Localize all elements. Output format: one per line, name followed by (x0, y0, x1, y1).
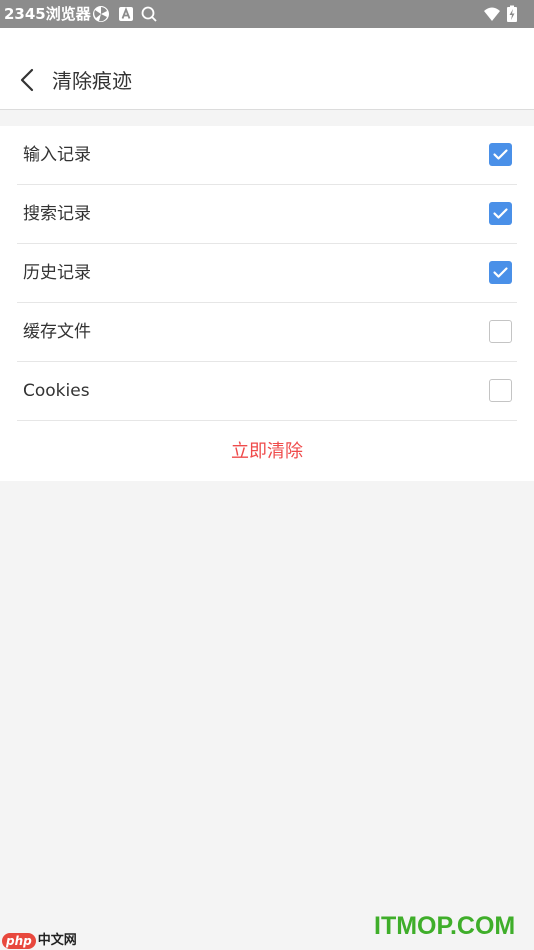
option-label: 历史记录 (23, 263, 91, 283)
battery-icon (506, 5, 518, 23)
option-cache-files[interactable]: 缓存文件 (17, 303, 517, 362)
checkbox-checked[interactable] (489, 261, 512, 284)
page-title: 清除痕迹 (52, 69, 132, 93)
status-bar: 2345浏览器 (0, 0, 534, 28)
option-label: Cookies (23, 381, 90, 401)
option-label: 缓存文件 (23, 322, 91, 342)
clear-options-list: 输入记录 搜索记录 历史记录 缓存文件 Cookies 立即清除 (0, 126, 534, 481)
chevron-left-icon (14, 68, 42, 98)
pinwheel-icon (92, 5, 110, 23)
option-input-history[interactable]: 输入记录 (17, 126, 517, 185)
option-cookies[interactable]: Cookies (17, 362, 517, 421)
option-search-history[interactable]: 搜索记录 (17, 185, 517, 244)
itmop-watermark: ITMOP.COM (374, 912, 516, 940)
check-icon (493, 208, 508, 219)
a-square-icon (117, 5, 135, 23)
checkbox-checked[interactable] (489, 202, 512, 225)
option-browse-history[interactable]: 历史记录 (17, 244, 517, 303)
option-label: 输入记录 (23, 145, 91, 165)
status-bar-app-name: 2345浏览器 (4, 5, 91, 23)
check-icon (493, 149, 508, 160)
php-watermark-text: 中文网 (37, 932, 77, 948)
checkbox-unchecked[interactable] (489, 379, 512, 402)
option-label: 搜索记录 (23, 204, 91, 224)
clear-now-button[interactable]: 立即清除 (0, 423, 534, 481)
checkbox-checked[interactable] (489, 143, 512, 166)
back-button[interactable] (14, 66, 42, 94)
header: 清除痕迹 (0, 28, 534, 110)
wifi-icon (483, 5, 501, 23)
php-logo: php (2, 932, 36, 949)
php-watermark: php 中文网 (2, 930, 77, 949)
checkbox-unchecked[interactable] (489, 320, 512, 343)
check-icon (493, 267, 508, 278)
search-icon (140, 5, 158, 23)
